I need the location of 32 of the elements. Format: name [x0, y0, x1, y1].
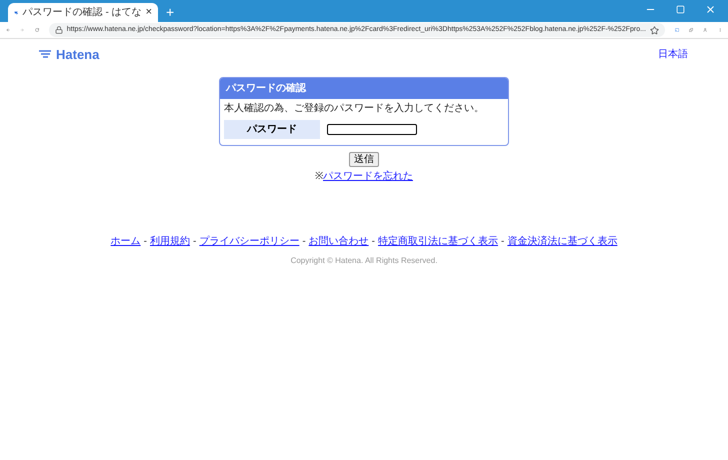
footer-link[interactable]: お問い合わせ [308, 234, 369, 248]
footer-link[interactable]: 資金決済法に基づく表示 [507, 234, 618, 248]
instruction-text: 本人確認の為、ご登録のパスワードを入力してください。 [224, 102, 485, 116]
reload-icon[interactable] [34, 25, 39, 35]
tab-close-button[interactable]: × [146, 7, 152, 18]
lock-icon [54, 26, 63, 34]
bookmark-star-icon[interactable] [650, 26, 659, 34]
note-mark: ※ [315, 170, 323, 184]
tab-title: パスワードの確認 - はてな [22, 6, 142, 20]
submit-button[interactable]: 送信 [349, 152, 379, 166]
link-separator: - [192, 234, 196, 248]
language-link[interactable]: 日本語 [658, 47, 688, 62]
new-tab-button[interactable]: + [166, 5, 174, 19]
copyright-text: Copyright © Hatena. All Rights Reserved. [290, 254, 438, 266]
hatena-logo-text[interactable]: Hatena [56, 45, 100, 64]
maximize-icon[interactable] [676, 5, 685, 14]
extensions-icon[interactable] [689, 25, 694, 35]
footer-link[interactable]: ホーム [110, 234, 141, 248]
link-separator: - [501, 234, 504, 248]
footer-link[interactable]: 特定商取引法に基づく表示 [378, 234, 498, 248]
link-separator: - [302, 234, 306, 248]
footer-link[interactable]: プライバシーポリシー [199, 234, 300, 248]
link-separator: - [144, 234, 147, 248]
close-icon[interactable] [705, 4, 716, 15]
password-label: パスワード [224, 120, 320, 138]
forgot-password-link[interactable]: パスワードを忘れた [323, 168, 413, 184]
password-input[interactable] [327, 124, 417, 134]
browser-tab[interactable]: パスワードの確認 - はてな × [8, 3, 158, 22]
link-separator: - [372, 234, 376, 248]
profile-icon[interactable] [703, 25, 708, 35]
footer-link[interactable]: 利用規約 [150, 234, 190, 248]
dialog-title: パスワードの確認 [220, 78, 508, 98]
